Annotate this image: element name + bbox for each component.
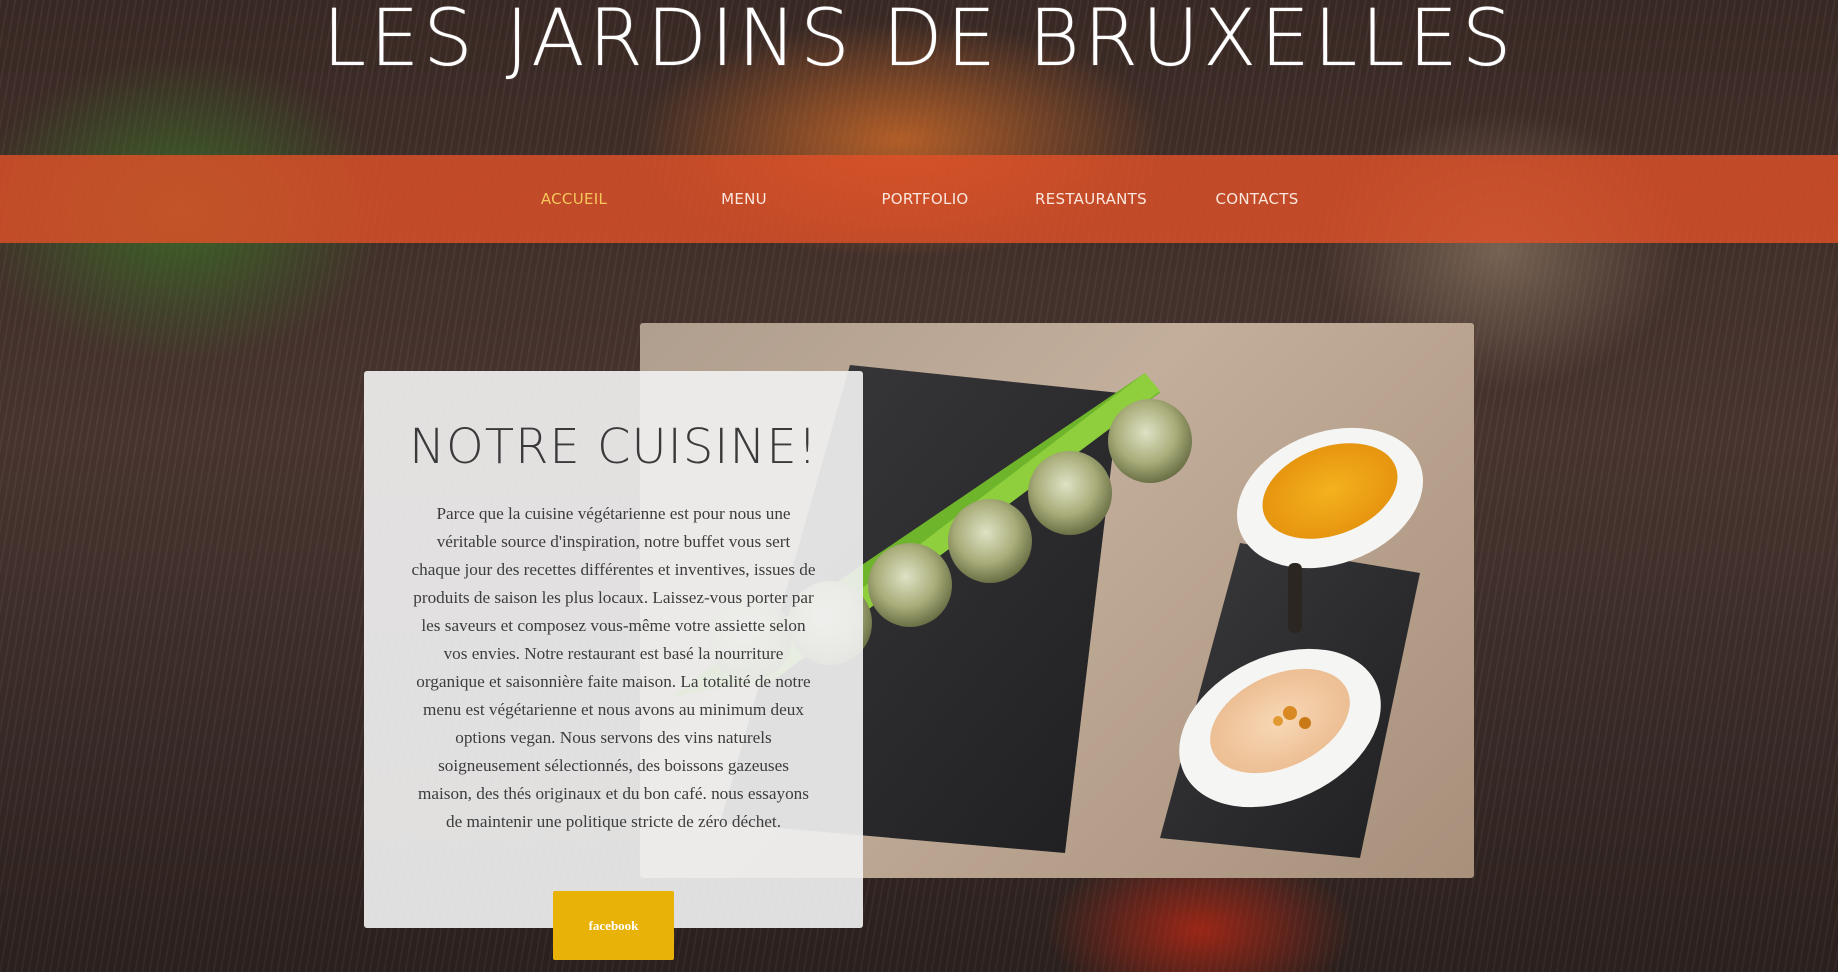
facebook-button[interactable]: facebook bbox=[553, 891, 674, 960]
nav-item-contacts[interactable]: CONTACTS bbox=[1172, 190, 1342, 208]
cuisine-description: Parce que la cuisine végétarienne est po… bbox=[411, 504, 816, 831]
main-navbar: ACCUEIL MENU PORTFOLIO RESTAURANTS CONTA… bbox=[0, 155, 1838, 243]
cuisine-card: NOTRE CUISINE! Parce que la cuisine végé… bbox=[364, 371, 863, 928]
nav-item-menu[interactable]: MENU bbox=[648, 190, 840, 208]
nav-item-portfolio[interactable]: PORTFOLIO bbox=[840, 190, 1010, 208]
site-title: LES JARDINS DE BRUXELLES bbox=[322, 0, 1516, 84]
nav-item-accueil[interactable]: ACCUEIL bbox=[500, 190, 648, 208]
cuisine-heading: NOTRE CUISINE! bbox=[409, 419, 818, 475]
nav-list: ACCUEIL MENU PORTFOLIO RESTAURANTS CONTA… bbox=[500, 155, 1342, 243]
nav-item-restaurants[interactable]: RESTAURANTS bbox=[1010, 190, 1172, 208]
